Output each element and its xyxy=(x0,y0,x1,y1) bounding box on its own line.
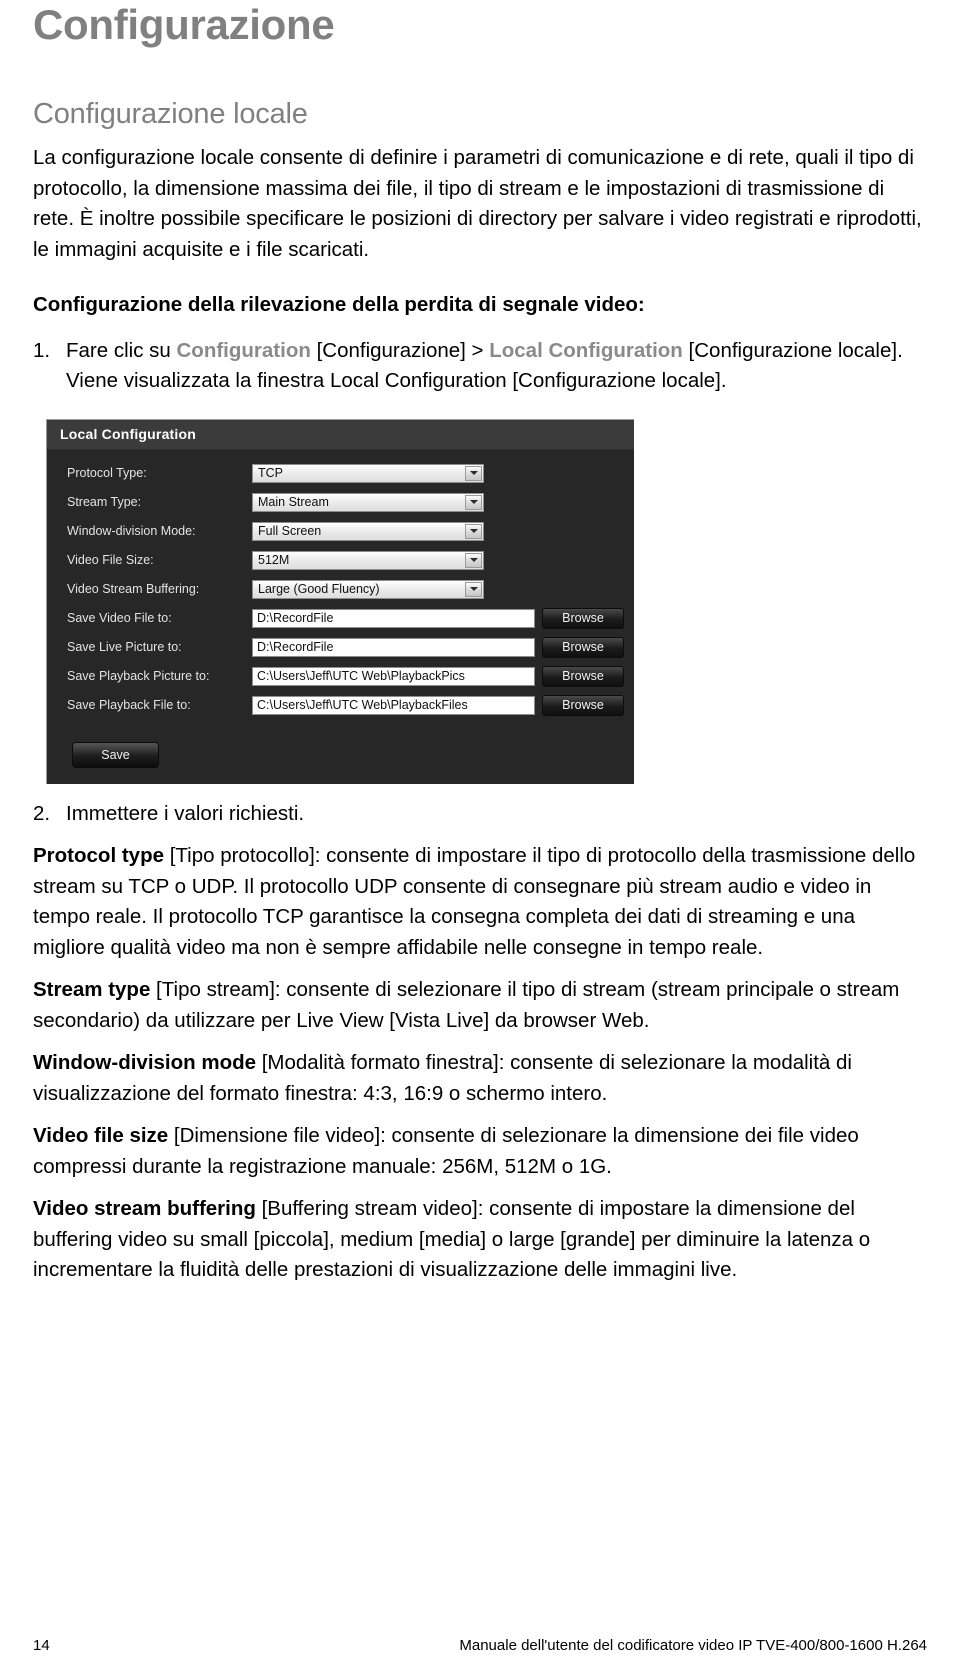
ui-term-configuration: Configuration xyxy=(176,338,311,362)
save-row: Save xyxy=(47,720,634,768)
section-title: Configurazione locale xyxy=(33,98,308,130)
step-text: Immettere i valori richiesti. xyxy=(66,801,305,825)
field-row-window-division-mode: Window-division Mode: Full Screen xyxy=(47,517,634,546)
document-page: Configurazione Configurazione locale La … xyxy=(0,0,960,1674)
page-title: Configurazione xyxy=(33,1,335,48)
page-footer: 14 Manuale dell'utente del codificatore … xyxy=(0,1637,960,1654)
description-video-file-size: Video file size [Dimensione file video]:… xyxy=(33,1109,927,1182)
description-body: [Tipo stream]: consente di selezionare i… xyxy=(33,978,900,1032)
save-live-picture-input[interactable]: D:\RecordFile xyxy=(252,637,535,657)
save-playback-picture-input[interactable]: C:\Users\Jeff\UTC Web\PlaybackPics xyxy=(252,666,535,686)
field-row-protocol-type: Protocol Type: TCP xyxy=(47,459,634,488)
field-label: Save Playback Picture to: xyxy=(67,669,210,683)
save-video-file-input[interactable]: D:\RecordFile xyxy=(252,608,535,628)
field-label: Save Live Picture to: xyxy=(67,640,182,654)
chevron-down-icon[interactable] xyxy=(465,552,482,568)
protocol-type-select[interactable]: TCP xyxy=(252,463,484,483)
sub-heading: Configurazione della rilevazione della p… xyxy=(33,293,645,316)
description-term: Window-division mode xyxy=(33,1051,257,1074)
field-row-save-playback-picture: Save Playback Picture to: C:\Users\Jeff\… xyxy=(47,662,634,691)
field-label: Window-division Mode: xyxy=(67,524,196,538)
page-number: 14 xyxy=(33,1637,50,1654)
step-text-part-1: Fare clic su xyxy=(66,338,177,362)
panel-title: Local Configuration xyxy=(47,419,634,450)
save-playback-file-input[interactable]: C:\Users\Jeff\UTC Web\PlaybackFiles xyxy=(252,695,535,715)
field-label: Save Video File to: xyxy=(67,611,172,625)
browse-video-file-button[interactable]: Browse xyxy=(542,607,624,629)
description-window-division-mode: Window-division mode [Modalità formato f… xyxy=(33,1036,927,1109)
step-marker: 2. xyxy=(33,801,51,825)
stream-type-select[interactable]: Main Stream xyxy=(252,492,484,512)
ui-term-local-configuration: Local Configuration xyxy=(489,338,683,362)
browse-playback-file-button[interactable]: Browse xyxy=(542,694,624,716)
field-label: Video File Size: xyxy=(67,553,154,567)
field-row-save-playback-file: Save Playback File to: C:\Users\Jeff\UTC… xyxy=(47,691,634,720)
window-division-mode-select[interactable]: Full Screen xyxy=(252,521,484,541)
screenshot-figure: Local Configuration Protocol Type: TCP S… xyxy=(33,397,927,784)
description-term: Protocol type xyxy=(33,844,164,867)
document-reference: Manuale dell'utente del codificatore vid… xyxy=(459,1637,927,1654)
field-row-save-live-picture: Save Live Picture to: D:\RecordFile Brow… xyxy=(47,633,634,662)
select-value: 512M xyxy=(258,552,290,567)
step-text-part-2: [Configurazione] > xyxy=(310,338,490,362)
select-value: Large (Good Fluency) xyxy=(258,581,380,596)
chevron-down-icon[interactable] xyxy=(465,494,482,510)
browse-playback-picture-button[interactable]: Browse xyxy=(542,665,624,687)
description-protocol-type: Protocol type [Tipo protocollo]: consent… xyxy=(33,829,927,963)
description-video-stream-buffering: Video stream buffering [Buffering stream… xyxy=(33,1182,927,1286)
description-term: Video stream buffering xyxy=(33,1197,256,1220)
field-label: Save Playback File to: xyxy=(67,698,191,712)
video-file-size-select[interactable]: 512M xyxy=(252,550,484,570)
panel-body: Protocol Type: TCP Stream Type: Main Str… xyxy=(47,450,634,768)
field-row-video-file-size: Video File Size: 512M xyxy=(47,546,634,575)
chevron-down-icon[interactable] xyxy=(465,465,482,481)
intro-paragraph: La configurazione locale consente di def… xyxy=(33,146,922,261)
step-marker: 1. xyxy=(33,338,51,362)
description-stream-type: Stream type [Tipo stream]: consente di s… xyxy=(33,963,927,1036)
description-term: Stream type xyxy=(33,978,151,1001)
field-row-save-video-file: Save Video File to: D:\RecordFile Browse xyxy=(47,604,634,633)
step-item-2: 2. Immettere i valori richiesti. xyxy=(33,784,927,830)
local-configuration-panel: Local Configuration Protocol Type: TCP S… xyxy=(46,418,634,784)
description-term: Video file size xyxy=(33,1124,169,1147)
step-item-1: 1. Fare clic su Configuration [Configuraz… xyxy=(33,321,927,397)
field-label: Protocol Type: xyxy=(67,466,147,480)
select-value: TCP xyxy=(258,465,283,480)
chevron-down-icon[interactable] xyxy=(465,523,482,539)
field-label: Video Stream Buffering: xyxy=(67,582,200,596)
select-value: Full Screen xyxy=(258,523,322,538)
step-list-continued: 2. Immettere i valori richiesti. xyxy=(33,784,927,830)
browse-live-picture-button[interactable]: Browse xyxy=(542,636,624,658)
select-value: Main Stream xyxy=(258,494,329,509)
save-button[interactable]: Save xyxy=(72,741,159,768)
step-list: 1. Fare clic su Configuration [Configuraz… xyxy=(33,321,927,397)
video-stream-buffering-select[interactable]: Large (Good Fluency) xyxy=(252,579,484,599)
field-label: Stream Type: xyxy=(67,495,142,509)
description-body: [Tipo protocollo]: consente di impostare… xyxy=(33,844,916,959)
field-row-video-stream-buffering: Video Stream Buffering: Large (Good Flue… xyxy=(47,575,634,604)
field-row-stream-type: Stream Type: Main Stream xyxy=(47,488,634,517)
chevron-down-icon[interactable] xyxy=(465,581,482,597)
